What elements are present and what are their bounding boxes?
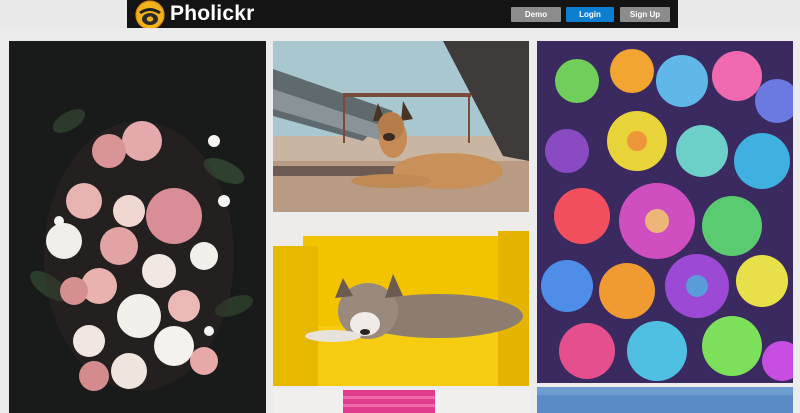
photo-tile-flower-bouquet[interactable] bbox=[9, 41, 266, 413]
photo-tile-pink-knit[interactable] bbox=[273, 390, 529, 413]
header-spacer bbox=[0, 28, 800, 40]
sign-up-button[interactable]: Sign Up bbox=[620, 7, 670, 22]
demo-button[interactable]: Demo bbox=[511, 7, 561, 22]
photo-tile-dog-on-armchair[interactable] bbox=[273, 216, 529, 386]
photo-tile-rainbow-roses[interactable] bbox=[537, 41, 793, 383]
photo-tile-dog-under-bridge[interactable] bbox=[273, 41, 529, 212]
brand-name[interactable]: Pholickr bbox=[170, 1, 254, 27]
camera-bowl-icon[interactable] bbox=[134, 0, 166, 30]
photo-tile-blue-sky[interactable] bbox=[537, 387, 793, 413]
login-button[interactable]: Login bbox=[566, 7, 614, 22]
